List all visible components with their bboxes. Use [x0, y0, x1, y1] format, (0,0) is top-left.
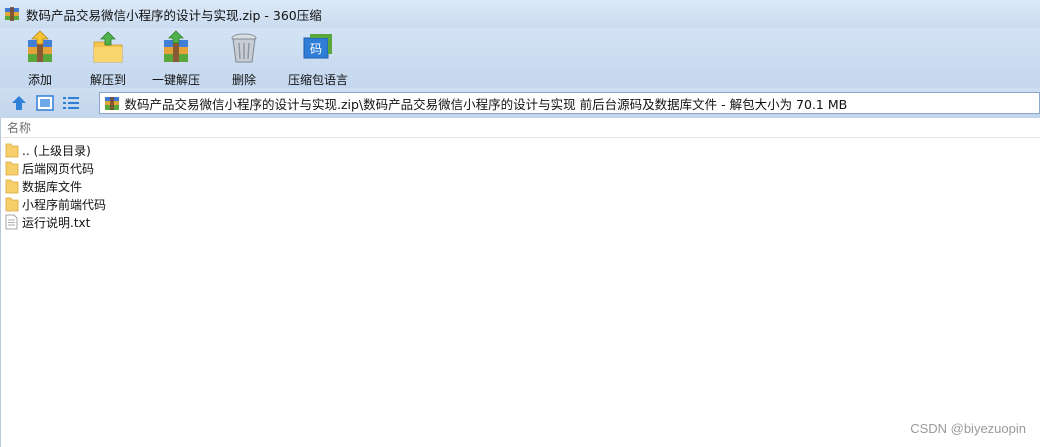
watermark: CSDN @biyezuopin [910, 421, 1026, 436]
list-item-miniprogram-frontend[interactable]: 小程序前端代码 [1, 195, 1040, 213]
path-text: 数码产品交易微信小程序的设计与实现.zip\数码产品交易微信小程序的设计与实现 … [124, 96, 848, 112]
list-item-label: 运行说明.txt [22, 215, 91, 230]
add-archive-icon [22, 30, 58, 66]
list-item-label: 数据库文件 [22, 179, 83, 194]
title-bar: 数码产品交易微信小程序的设计与实现.zip - 360压缩 [0, 0, 1040, 28]
archive-language-icon: 码 [300, 30, 336, 66]
file-list: 名称 .. (上级目录) 后端网页代码 数据库文件 小程序前端代码 运行说明.t… [0, 118, 1040, 447]
toolbar: 添加 解压到 一键解压 删除 码 压缩包语言 [0, 28, 1040, 88]
thumbnail-view-button[interactable] [34, 93, 56, 113]
list-item-label: 小程序前端代码 [22, 197, 107, 212]
folder-icon [5, 160, 19, 176]
add-button[interactable]: 添加 [6, 28, 74, 88]
list-item-label: 后端网页代码 [22, 161, 95, 176]
list-item-parent-dir[interactable]: .. (上级目录) [1, 141, 1040, 159]
list-item-readme-txt[interactable]: 运行说明.txt [1, 213, 1040, 231]
window-title: 数码产品交易微信小程序的设计与实现.zip - 360压缩 [26, 7, 322, 23]
list-view-icon [62, 97, 79, 109]
folder-icon [5, 142, 19, 158]
folder-icon [5, 178, 19, 194]
add-button-label: 添加 [27, 73, 52, 87]
one-click-extract-icon [158, 30, 194, 66]
column-header-label: 名称 [7, 121, 32, 135]
trash-icon [226, 30, 262, 66]
one-click-extract-label: 一键解压 [151, 73, 200, 87]
list-item-label: .. (上级目录) [22, 143, 91, 158]
list-view-button[interactable] [60, 93, 82, 113]
extract-to-label: 解压到 [89, 73, 126, 87]
extract-to-icon [90, 30, 126, 66]
archive-icon [104, 96, 120, 111]
thumbnail-view-icon [35, 95, 54, 111]
archive-language-button[interactable]: 码 压缩包语言 [278, 28, 358, 88]
archive-icon [4, 6, 20, 22]
text-file-icon [5, 214, 18, 230]
archive-language-label: 压缩包语言 [287, 73, 348, 87]
path-field[interactable]: 数码产品交易微信小程序的设计与实现.zip\数码产品交易微信小程序的设计与实现 … [99, 92, 1040, 114]
up-arrow-button[interactable] [8, 93, 30, 113]
column-header-name[interactable]: 名称 [1, 118, 1040, 138]
one-click-extract-button[interactable]: 一键解压 [142, 28, 210, 88]
list-item-database-files[interactable]: 数据库文件 [1, 177, 1040, 195]
extract-to-button[interactable]: 解压到 [74, 28, 142, 88]
folder-icon [5, 196, 19, 212]
delete-label: 删除 [231, 73, 256, 87]
delete-button[interactable]: 删除 [210, 28, 278, 88]
language-glyph: 码 [310, 42, 322, 56]
navigation-bar: 数码产品交易微信小程序的设计与实现.zip\数码产品交易微信小程序的设计与实现 … [0, 88, 1040, 118]
list-item-backend-code[interactable]: 后端网页代码 [1, 159, 1040, 177]
up-arrow-icon [11, 96, 26, 110]
